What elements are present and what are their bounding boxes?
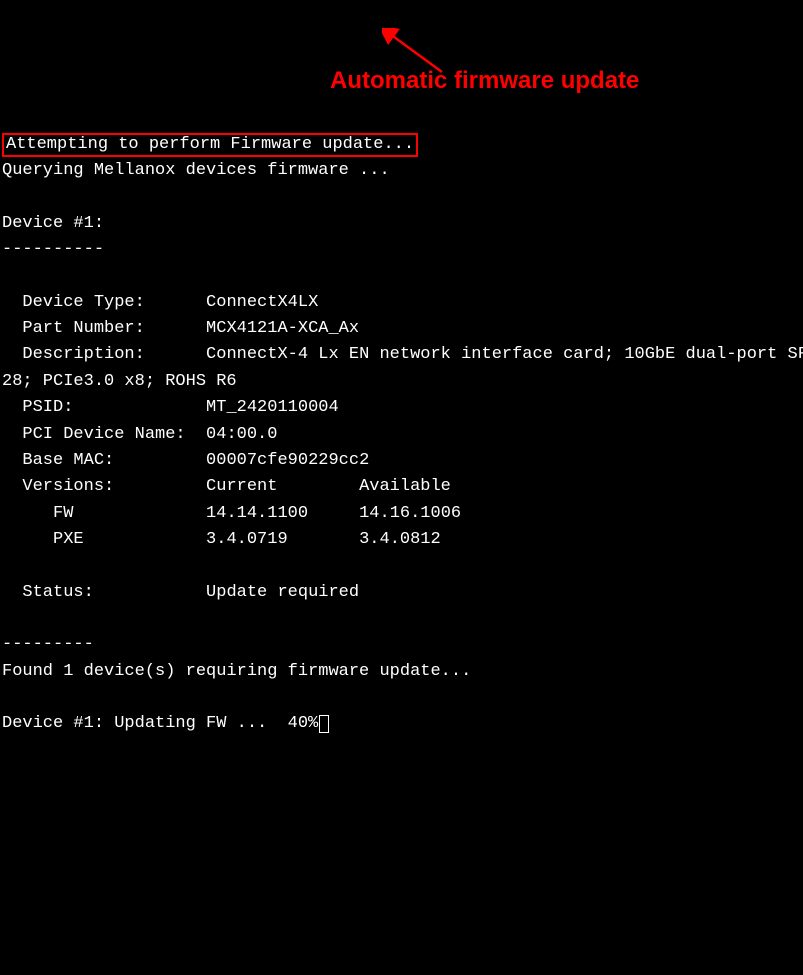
base-mac-row: Base MAC: 00007cfe90229cc2 — [2, 451, 369, 470]
terminal-cursor — [319, 715, 329, 733]
querying-line: Querying Mellanox devices firmware ... — [2, 161, 390, 180]
arrow-annotation-icon — [382, 28, 447, 76]
status-row: Status: Update required — [2, 583, 359, 602]
device-header: Device #1: — [2, 214, 104, 233]
terminal-output: Attempting to perform Firmware update...… — [0, 105, 803, 737]
part-number-row: Part Number: MCX4121A-XCA_Ax — [2, 319, 359, 338]
psid-row: PSID: MT_2420110004 — [2, 398, 339, 417]
description-row: Description: ConnectX-4 Lx EN network in… — [2, 345, 803, 364]
description-continuation: 28; PCIe3.0 x8; ROHS R6 — [2, 372, 237, 391]
firmware-attempt-line: Attempting to perform Firmware update... — [2, 133, 418, 157]
found-devices-line: Found 1 device(s) requiring firmware upd… — [2, 662, 471, 681]
pxe-version-row: PXE 3.4.0719 3.4.0812 — [2, 530, 441, 549]
device-type-row: Device Type: ConnectX4LX — [2, 293, 318, 312]
pci-device-row: PCI Device Name: 04:00.0 — [2, 425, 277, 444]
annotation-label: Automatic firmware update — [330, 62, 639, 99]
fw-version-row: FW 14.14.1100 14.16.1006 — [2, 504, 461, 523]
progress-percent: 40% — [288, 714, 319, 733]
versions-row: Versions: Current Available — [2, 477, 451, 496]
footer-dash: --------- — [2, 635, 94, 654]
device-dash: ---------- — [2, 240, 104, 259]
updating-progress-line: Device #1: Updating FW ... 40% — [2, 714, 329, 733]
